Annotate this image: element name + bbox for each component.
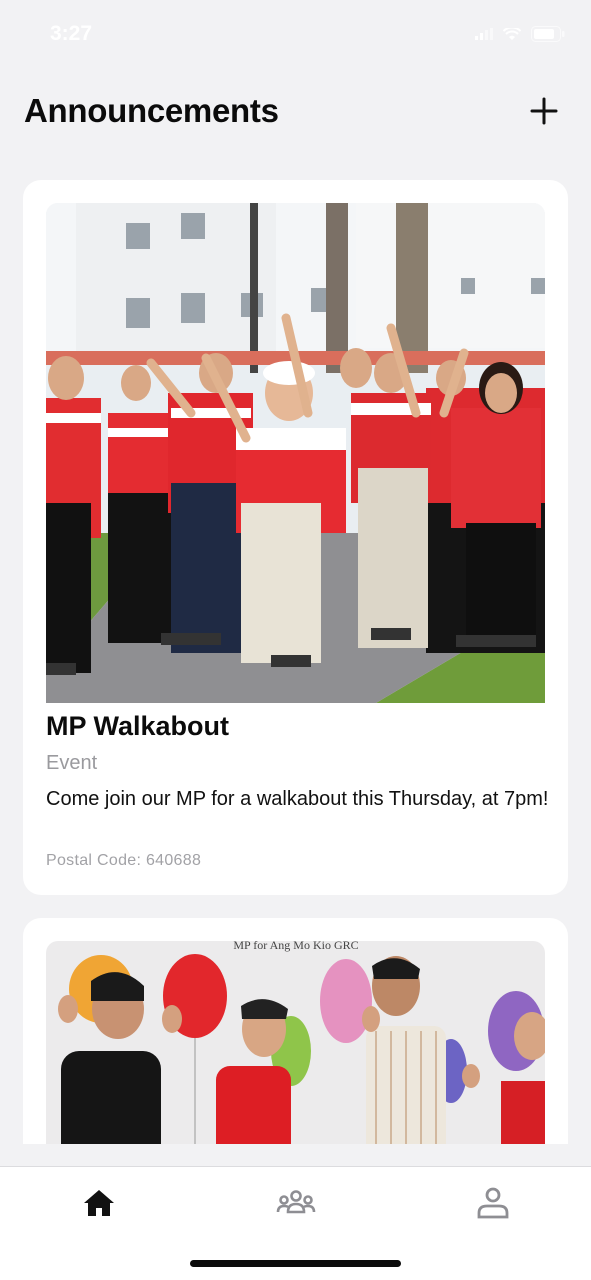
plus-icon [530, 97, 558, 125]
profile-icon [477, 1187, 509, 1219]
image-caption-text: MP for Ang Mo Kio GRC [233, 941, 358, 952]
header: Announcements [0, 88, 591, 140]
page-title: Announcements [24, 92, 279, 129]
cellular-signal-icon [475, 28, 493, 40]
community-icon [276, 1190, 316, 1214]
announcement-category: Event [46, 752, 98, 774]
announcement-title: MP Walkabout [46, 711, 230, 741]
announcement-postal-code: Postal Code: 640688 [46, 852, 202, 869]
tab-home[interactable] [79, 1185, 119, 1221]
announcement-image [46, 203, 545, 703]
announcement-feed[interactable]: MP Walkabout Event Come join our MP for … [0, 180, 591, 1144]
announcement-description: Come join our MP for a walkabout this Th… [46, 788, 549, 810]
battery-icon [531, 26, 565, 42]
tab-community[interactable] [276, 1185, 316, 1221]
add-announcement-button[interactable] [529, 96, 559, 126]
status-time: 3:27 [50, 22, 93, 45]
announcement-image: MP for Ang Mo Kio GRC [46, 941, 545, 1144]
status-icons [475, 26, 565, 42]
status-bar: 3:27 [0, 0, 591, 70]
tab-profile[interactable] [473, 1185, 513, 1221]
announcement-card[interactable]: MP for Ang Mo Kio GRC [23, 918, 568, 1144]
wifi-icon [503, 27, 521, 40]
home-icon [84, 1190, 114, 1216]
announcement-card[interactable]: MP Walkabout Event Come join our MP for … [23, 180, 568, 895]
home-indicator[interactable] [190, 1260, 401, 1267]
